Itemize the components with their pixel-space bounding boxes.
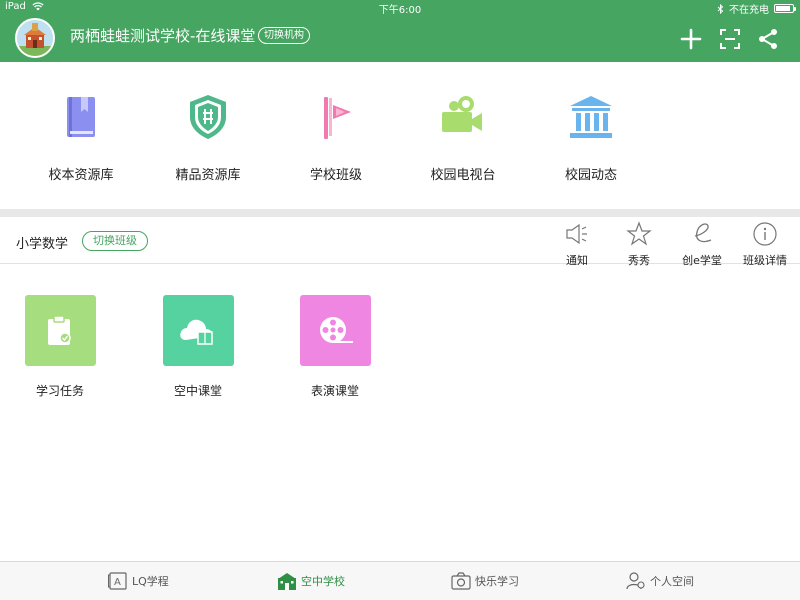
film-reel-icon — [320, 316, 353, 343]
e-icon — [694, 223, 712, 243]
flag-icon — [324, 97, 351, 139]
e-classroom-button[interactable]: 创e学堂 — [672, 221, 732, 268]
cloud-book-icon — [180, 319, 213, 345]
notice-button[interactable]: 通知 — [547, 221, 607, 268]
scan-icon[interactable] — [719, 28, 741, 50]
bluetooth-icon — [717, 3, 724, 14]
share-icon[interactable] — [757, 28, 779, 50]
action-label: 通知 — [566, 254, 588, 267]
action-label: 秀秀 — [628, 254, 650, 267]
switch-class-button[interactable]: 切换班级 — [82, 231, 148, 251]
resource-label: 校园动态 — [564, 168, 617, 183]
module-tile — [162, 295, 234, 366]
book-icon — [67, 97, 95, 137]
tab-label: LQ学程 — [132, 575, 169, 588]
resource-label: 学校班级 — [309, 168, 362, 183]
building-icon — [570, 96, 612, 138]
module-learning-tasks[interactable]: 学习任务 — [10, 295, 110, 399]
module-air-classroom[interactable]: 空中课堂 — [148, 295, 248, 399]
resource-label: 校园电视台 — [430, 168, 496, 183]
star-icon — [626, 221, 652, 246]
resource-shortcuts: 校本资源库 精品资源库 学校班级 校园电视台 校园动态 — [0, 62, 800, 209]
class-bar: 小学数学 切换班级 通知 秀秀 创e学堂 班级详情 — [0, 217, 800, 267]
school-logo[interactable] — [15, 18, 55, 58]
task-icon — [48, 314, 71, 345]
info-icon — [753, 222, 777, 246]
lq-icon: A — [108, 572, 127, 590]
module-label: 表演课堂 — [310, 384, 359, 398]
school-building-icon — [17, 20, 53, 56]
tab-label: 空中学校 — [301, 575, 345, 588]
resource-school-library[interactable]: 校本资源库 — [21, 92, 141, 183]
school-title: 两栖蛙蛙测试学校-在线课堂 — [70, 27, 256, 45]
module-performance-classroom[interactable]: 表演课堂 — [285, 295, 385, 399]
speaker-icon — [566, 223, 587, 245]
happy-learn-icon — [451, 572, 471, 590]
plus-icon[interactable] — [680, 28, 702, 50]
resource-school-classes[interactable]: 学校班级 — [276, 92, 396, 183]
resource-label: 校本资源库 — [48, 168, 114, 183]
status-bar: iPad 下午6:00 不在充电 — [0, 0, 800, 16]
module-tile — [299, 295, 371, 366]
status-time: 下午6:00 — [378, 5, 422, 16]
tab-lq-course[interactable]: A LQ学程 — [108, 572, 169, 590]
camera-icon — [442, 96, 482, 132]
tab-air-school[interactable]: 空中学校 — [277, 572, 345, 590]
tab-label: 快乐学习 — [475, 575, 519, 588]
show-button[interactable]: 秀秀 — [609, 221, 669, 268]
section-divider — [0, 209, 800, 217]
resource-campus-news[interactable]: 校园动态 — [531, 92, 651, 183]
module-label: 学习任务 — [35, 384, 84, 398]
module-label: 空中课堂 — [173, 384, 222, 398]
action-label: 班级详情 — [743, 254, 787, 267]
module-tile — [24, 295, 96, 366]
tab-label: 个人空间 — [650, 575, 694, 588]
class-details-button[interactable]: 班级详情 — [735, 221, 795, 268]
svg-text:A: A — [114, 577, 121, 588]
class-name: 小学数学 — [16, 237, 69, 252]
shield-icon — [190, 95, 226, 139]
action-label: 创e学堂 — [682, 254, 722, 267]
bottom-tab-bar: A LQ学程 空中学校 快乐学习 个人空间 — [0, 561, 800, 600]
app-header: iPad 下午6:00 不在充电 两栖蛙蛙测试学校-在线课堂 切换机构 — [0, 0, 800, 62]
resource-label: 精品资源库 — [175, 168, 241, 183]
switch-org-button[interactable]: 切换机构 — [258, 27, 310, 44]
school-icon — [278, 573, 296, 590]
person-icon — [626, 572, 645, 590]
resource-campus-tv[interactable]: 校园电视台 — [403, 92, 523, 183]
battery-icon — [774, 4, 796, 13]
resource-premium-library[interactable]: 精品资源库 — [148, 92, 268, 183]
charging-status: 不在充电 — [729, 5, 769, 16]
tab-happy-learning[interactable]: 快乐学习 — [451, 572, 519, 590]
tab-personal-space[interactable]: 个人空间 — [626, 572, 694, 590]
